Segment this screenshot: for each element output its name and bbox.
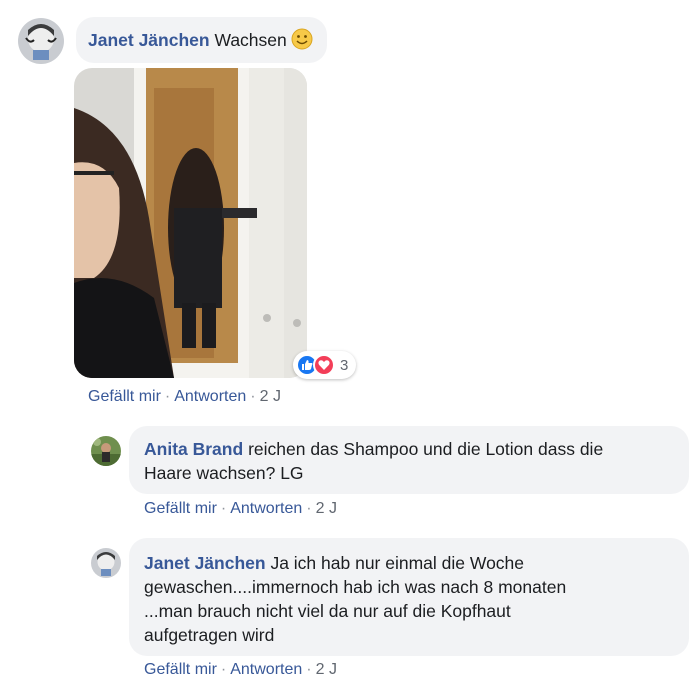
comment-actions: Gefällt mir · Antworten · 2 J: [144, 500, 337, 518]
reply-line: Anita Brand reichen das Shampoo und die …: [144, 437, 675, 461]
separator: ·: [306, 661, 312, 678]
comment-text-line: Haare wachsen? LG: [144, 463, 304, 483]
commenter-avatar-janet[interactable]: [91, 548, 121, 578]
comment-text-line: reichen das Shampoo und die Lotion dass …: [248, 439, 604, 459]
reply-line: Janet Jänchen Ja ich hab nur einmal die …: [144, 551, 675, 575]
like-link[interactable]: Gefällt mir: [144, 661, 217, 678]
commenter-avatar-janet[interactable]: [18, 18, 64, 64]
comment-text-line: aufgetragen wird: [144, 625, 275, 645]
love-reaction-icon: [313, 354, 335, 376]
like-link[interactable]: Gefällt mir: [144, 500, 217, 517]
timestamp[interactable]: 2 J: [260, 388, 281, 405]
reply-bubble: Janet Jänchen Ja ich hab nur einmal die …: [129, 538, 689, 656]
comment-photo[interactable]: [74, 68, 307, 378]
like-link[interactable]: Gefällt mir: [88, 388, 161, 405]
comment-author[interactable]: Janet Jänchen: [144, 553, 266, 573]
comment-author[interactable]: Anita Brand: [144, 439, 243, 459]
comment-text-line: gewaschen....immernoch hab ich was nach …: [144, 577, 567, 597]
reply-link[interactable]: Antworten: [174, 388, 246, 405]
separator: ·: [250, 388, 256, 405]
reaction-count: 3: [340, 356, 349, 374]
comment-actions: Gefällt mir · Antworten · 2 J: [88, 388, 281, 406]
comment-text-line: ...man brauch nicht viel da nur auf die …: [144, 601, 511, 621]
separator: ·: [306, 500, 312, 517]
reply-link[interactable]: Antworten: [230, 500, 302, 517]
reply-bubble: Anita Brand reichen das Shampoo und die …: [129, 426, 689, 494]
separator: ·: [220, 661, 227, 678]
separator: ·: [220, 500, 227, 517]
comment-text: Wachsen: [214, 30, 287, 50]
smiling-face-icon: [291, 28, 313, 50]
separator: ·: [164, 388, 171, 405]
comment-actions: Gefällt mir · Antworten · 2 J: [144, 661, 337, 679]
comment-bubble: Janet Jänchen Wachsen: [76, 17, 327, 63]
timestamp[interactable]: 2 J: [316, 661, 337, 678]
comment-text-line: Ja ich hab nur einmal die Woche: [270, 553, 525, 573]
commenter-avatar-anita[interactable]: [91, 436, 121, 466]
reply-link[interactable]: Antworten: [230, 661, 302, 678]
reactions-summary[interactable]: 3: [293, 351, 357, 379]
comment-author[interactable]: Janet Jänchen: [88, 30, 210, 50]
timestamp[interactable]: 2 J: [316, 500, 337, 517]
